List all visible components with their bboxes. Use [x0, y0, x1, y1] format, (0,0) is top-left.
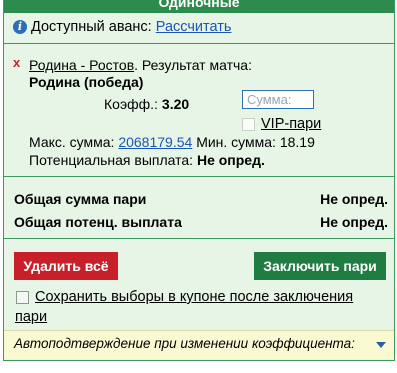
odds-row: Коэфф.: 3.20	[104, 96, 189, 112]
total-stake-label: Общая сумма пари	[14, 191, 147, 207]
total-payout-row: Общая потенц. выплата Не опред.	[14, 214, 388, 230]
match-link[interactable]: Родина - Ростов	[29, 57, 134, 73]
selection-outcome: Родина (победа)	[29, 74, 144, 90]
potential-payout-row: Потенциальная выплата: Не опред.	[29, 152, 265, 168]
divider	[4, 176, 394, 177]
vip-label[interactable]: VIP-пари	[261, 116, 321, 132]
calculate-link[interactable]: Рассчитать	[156, 19, 232, 35]
save-selections-label-continued[interactable]: пари	[15, 308, 47, 327]
total-stake-value: Не опред.	[320, 191, 388, 207]
min-stake-value: 18.19	[279, 134, 315, 150]
market-label: . Результат матча:	[134, 57, 252, 73]
max-stake-link[interactable]: 2068179.54	[118, 134, 192, 150]
divider	[4, 238, 394, 239]
info-icon: i	[13, 20, 27, 34]
total-payout-label: Общая потенц. выплата	[14, 214, 182, 230]
auto-confirm-label: Автоподтверждение при изменении коэффици…	[14, 336, 355, 351]
remove-selection-icon[interactable]: x	[13, 55, 20, 70]
vip-bet-option[interactable]: VIP-пари	[242, 116, 321, 132]
betslip-header: Одиночные	[4, 0, 394, 13]
payout-value: Не опред.	[196, 152, 265, 168]
available-advance-row: i Доступный аванс: Рассчитать	[13, 19, 231, 35]
save-selections-checkbox[interactable]	[16, 291, 29, 304]
vip-checkbox[interactable]	[242, 117, 255, 131]
betslip-panel: Одиночные i Доступный аванс: Рассчитать …	[3, 0, 395, 361]
match-line: Родина - Ростов. Результат матча:	[29, 57, 252, 73]
max-stake-label: Макс. сумма:	[29, 134, 115, 150]
place-bet-button[interactable]: Заключить пари	[254, 252, 386, 280]
divider	[4, 43, 394, 44]
advance-label: Доступный аванс:	[31, 19, 152, 35]
total-stake-row: Общая сумма пари Не опред.	[14, 191, 388, 207]
save-selections-label[interactable]: Сохранить выборы в купоне после заключен…	[35, 288, 353, 307]
odds-label: Коэфф.:	[104, 96, 158, 112]
delete-all-button[interactable]: Удалить всё	[14, 252, 118, 280]
min-stake-label: Мин. сумма:	[196, 134, 276, 150]
stake-limits: Макс. сумма: 2068179.54 Мин. сумма: 18.1…	[29, 134, 315, 150]
odds-value: 3.20	[161, 96, 190, 112]
stake-input[interactable]	[242, 90, 314, 109]
total-payout-value: Не опред.	[320, 214, 388, 230]
dropdown-arrow-icon[interactable]	[376, 342, 386, 348]
betslip-title: Одиночные	[158, 0, 240, 10]
payout-label: Потенциальная выплата:	[29, 152, 194, 168]
auto-confirm-bar[interactable]: Автоподтверждение при изменении коэффици…	[4, 330, 394, 359]
